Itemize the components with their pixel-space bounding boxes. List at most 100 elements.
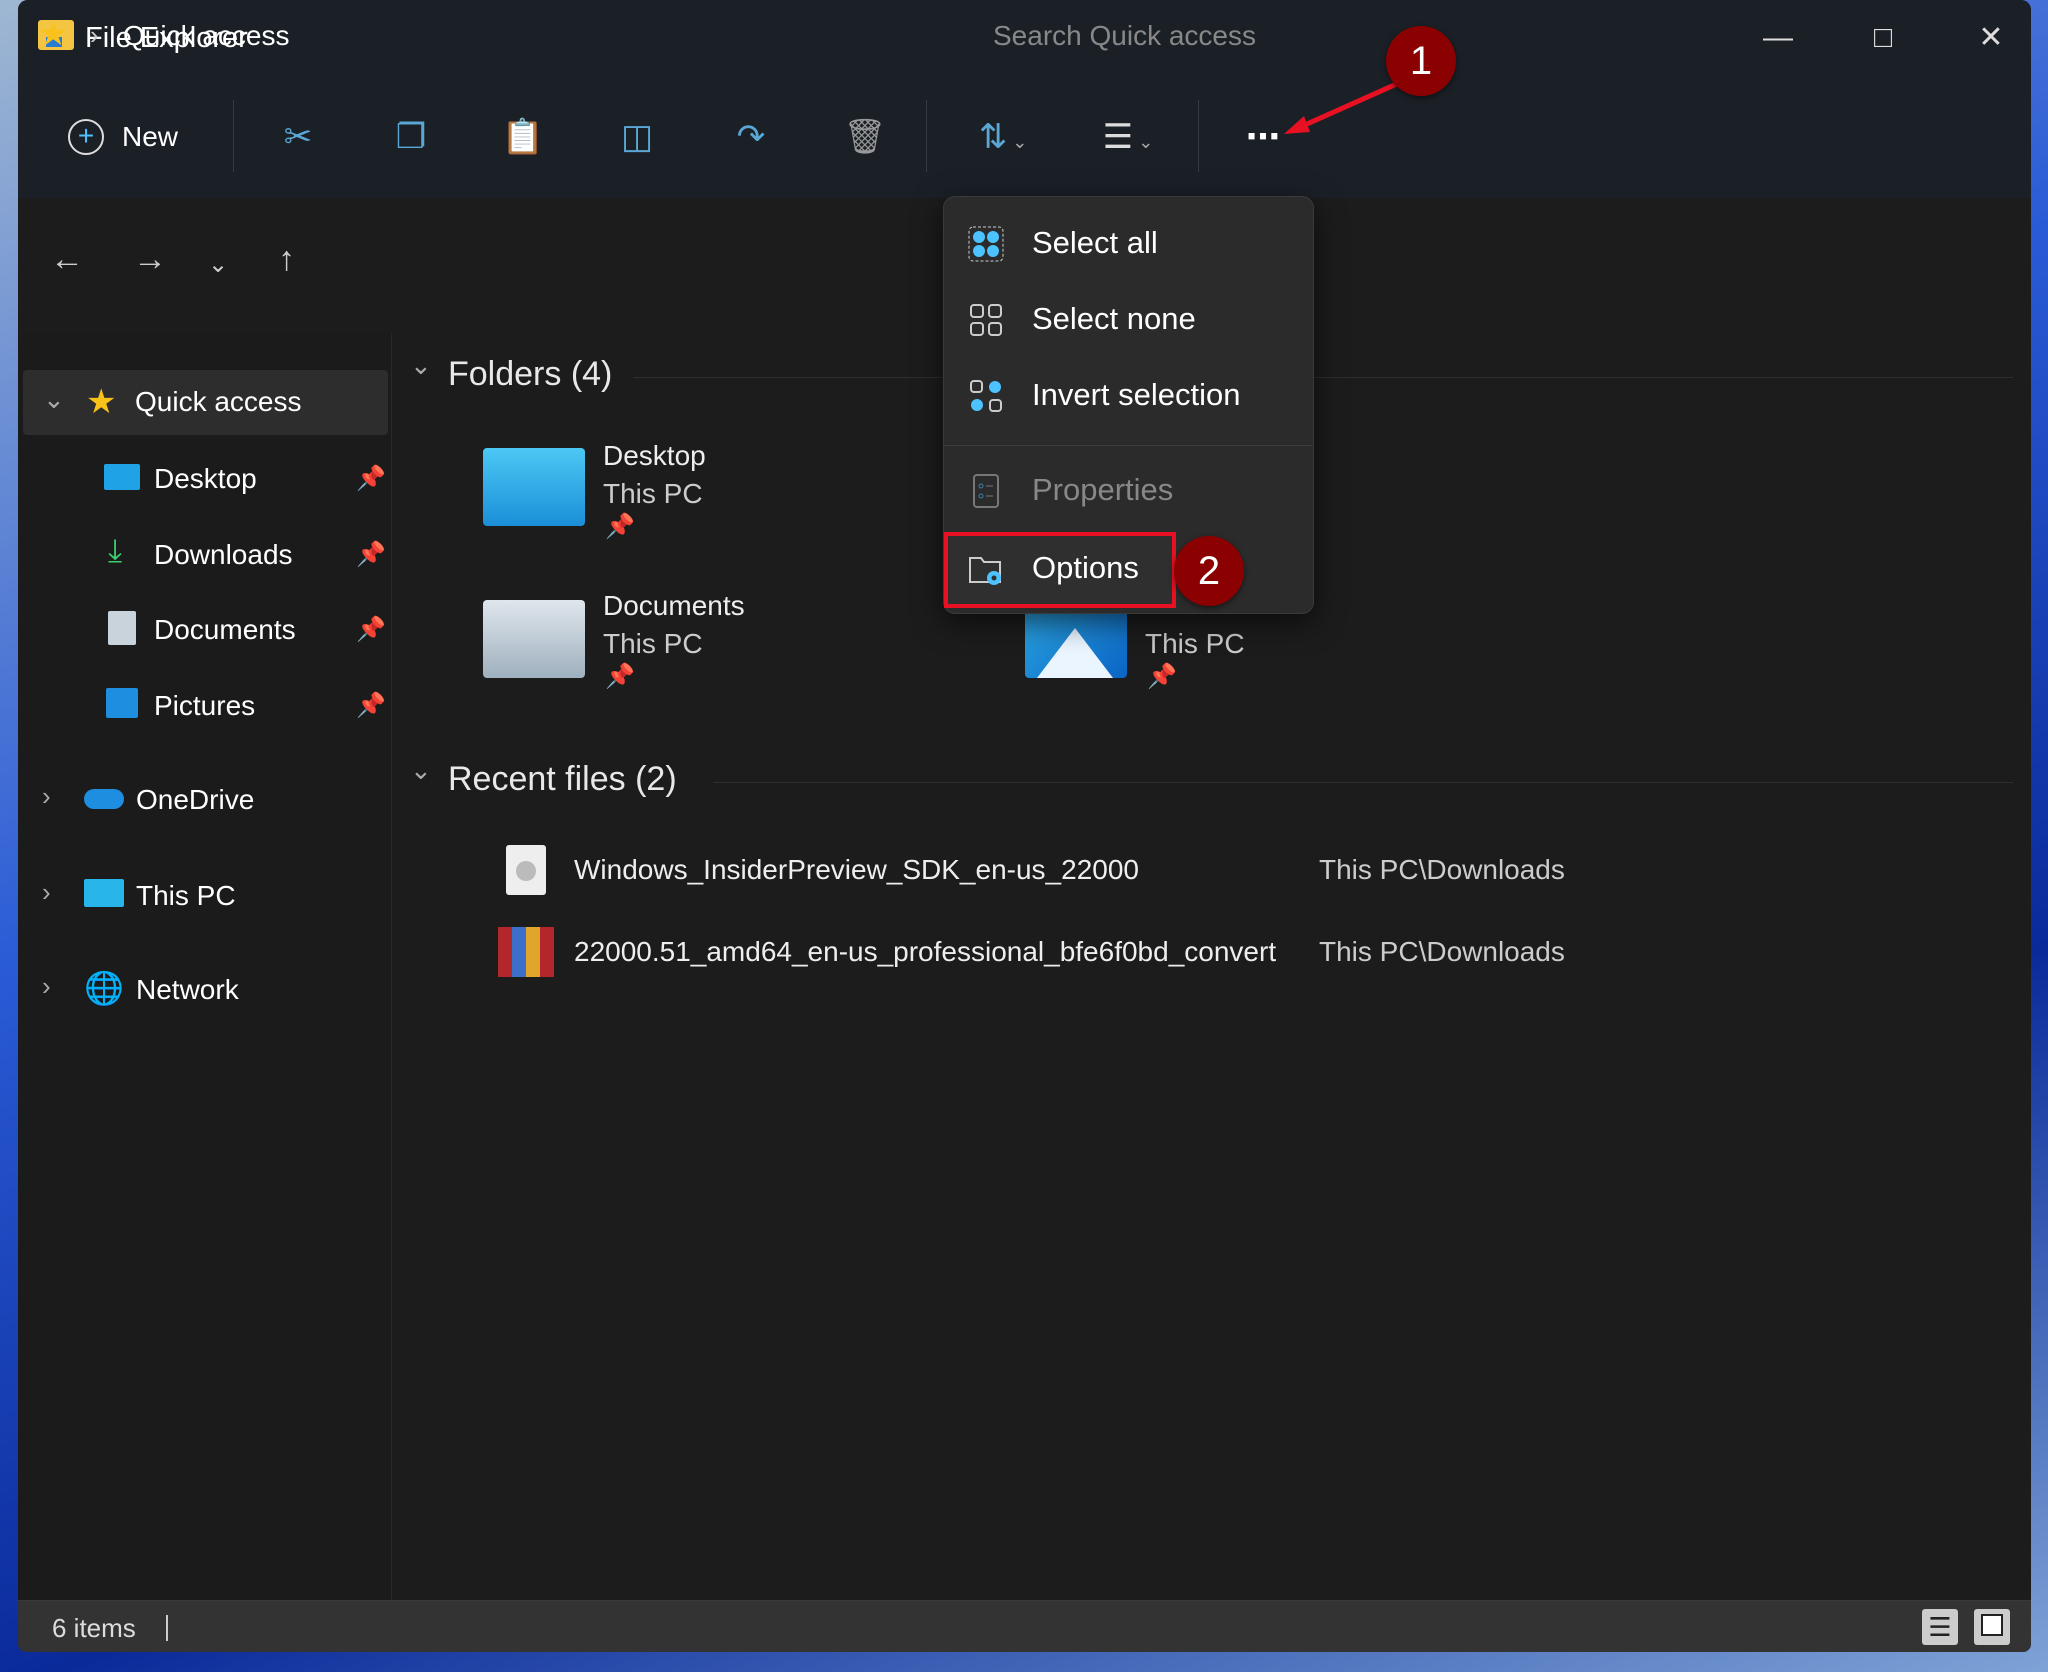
copy-icon[interactable]: ❐ bbox=[386, 112, 436, 162]
folder-tile-documents[interactable]: Documents This PC 📌 bbox=[483, 590, 933, 700]
new-button[interactable]: + New bbox=[68, 112, 178, 162]
sidebar-item-label: OneDrive bbox=[136, 784, 255, 815]
sidebar-item-label: Network bbox=[136, 974, 239, 1005]
select-none-icon bbox=[970, 304, 1002, 336]
toolbar-divider bbox=[1198, 100, 1199, 172]
desktop-folder-icon bbox=[483, 448, 585, 526]
chevron-down-icon[interactable]: ⌄ bbox=[410, 350, 432, 381]
plus-circle-icon: + bbox=[68, 119, 104, 155]
folder-location: This PC bbox=[603, 628, 703, 659]
step-1-badge: 1 bbox=[1386, 26, 1456, 96]
sidebar-item-quick-access[interactable]: ⌄ ★ Quick access bbox=[23, 370, 388, 435]
menu-item-label: Options bbox=[1032, 550, 1139, 585]
sidebar-item-label: Quick access bbox=[135, 386, 302, 417]
menu-item-properties: Properties bbox=[944, 456, 1313, 526]
search-input[interactable]: Search Quick access bbox=[993, 20, 1256, 52]
menu-item-label: Select all bbox=[1032, 225, 1158, 260]
file-path: This PC\Downloads bbox=[1319, 854, 1565, 885]
folder-tile-desktop[interactable]: Desktop This PC 📌 bbox=[483, 440, 933, 550]
sidebar-item-onedrive[interactable]: › OneDrive bbox=[18, 769, 392, 829]
cut-icon[interactable]: ✂ bbox=[273, 112, 323, 162]
sidebar-item-this-pc[interactable]: › This PC bbox=[18, 865, 392, 925]
menu-item-label: Invert selection bbox=[1032, 377, 1241, 412]
forward-button[interactable]: → bbox=[133, 240, 167, 279]
pin-icon: 📌 bbox=[605, 513, 635, 540]
paste-icon[interactable]: 📋 bbox=[498, 112, 548, 162]
folders-header[interactable]: Folders (4) bbox=[448, 355, 612, 394]
recent-locations-chevron-icon[interactable]: ⌄ bbox=[208, 250, 228, 279]
status-bar: 6 items ☰ bbox=[18, 1600, 2031, 1652]
downloads-icon: ⤓ bbox=[108, 532, 123, 568]
status-divider bbox=[166, 1615, 168, 1641]
divider bbox=[713, 782, 2013, 783]
delete-icon[interactable]: 🗑 bbox=[840, 112, 890, 162]
divider bbox=[633, 377, 2013, 378]
menu-item-label: Properties bbox=[1032, 472, 1174, 507]
sidebar-item-label: Pictures bbox=[154, 690, 256, 721]
star-icon: ★ bbox=[86, 383, 117, 421]
cloud-icon bbox=[84, 789, 124, 809]
chevron-right-icon[interactable]: › bbox=[42, 781, 51, 812]
chevron-right-icon[interactable]: › bbox=[42, 877, 51, 908]
item-count: 6 items bbox=[52, 1613, 136, 1643]
up-button[interactable]: ↑ bbox=[278, 240, 295, 279]
chevron-down-icon[interactable]: ⌄ bbox=[43, 384, 65, 415]
sort-icon[interactable]: ⇅ ⌄ bbox=[958, 112, 1048, 162]
pin-icon[interactable]: 📌 bbox=[356, 540, 386, 569]
toolbar-divider bbox=[926, 100, 927, 172]
menu-item-invert-selection[interactable]: Invert selection bbox=[944, 361, 1313, 431]
back-button[interactable]: ← bbox=[50, 240, 84, 279]
file-name: 22000.51_amd64_en-us_professional_bfe6f0… bbox=[574, 936, 1277, 967]
star-icon: ★ bbox=[38, 15, 69, 53]
rename-icon[interactable]: ◫ bbox=[612, 112, 662, 162]
toolbar-divider bbox=[233, 100, 234, 172]
select-all-icon bbox=[968, 226, 1004, 262]
sidebar-item-label: Desktop bbox=[154, 463, 257, 494]
menu-item-select-all[interactable]: Select all bbox=[944, 209, 1313, 279]
recent-file-row[interactable]: Windows_InsiderPreview_SDK_en-us_22000 T… bbox=[478, 840, 1978, 900]
folder-location: This PC bbox=[603, 478, 703, 509]
menu-item-select-none[interactable]: Select none bbox=[944, 285, 1313, 355]
pictures-icon bbox=[106, 688, 138, 718]
maximize-button[interactable]: □ bbox=[1853, 18, 1913, 58]
breadcrumb-chevron-icon: › bbox=[90, 20, 99, 50]
pin-icon[interactable]: 📌 bbox=[356, 615, 386, 644]
sidebar-item-pictures[interactable]: Pictures 📌 bbox=[18, 675, 392, 735]
sidebar-item-documents[interactable]: Documents 📌 bbox=[18, 599, 392, 659]
chevron-right-icon[interactable]: › bbox=[42, 971, 51, 1002]
folder-name: Desktop bbox=[603, 440, 706, 471]
minimize-button[interactable]: — bbox=[1748, 18, 1808, 58]
sidebar-item-desktop[interactable]: Desktop 📌 bbox=[18, 448, 392, 508]
computer-icon bbox=[84, 879, 124, 907]
menu-divider bbox=[944, 445, 1313, 446]
disc-image-file-icon bbox=[506, 845, 546, 895]
sidebar-item-label: This PC bbox=[136, 880, 236, 911]
desktop-icon bbox=[104, 464, 140, 490]
menu-item-label: Select none bbox=[1032, 301, 1196, 336]
folder-name: Documents bbox=[603, 590, 745, 621]
chevron-down-icon[interactable]: ⌄ bbox=[410, 755, 432, 786]
pin-icon[interactable]: 📌 bbox=[356, 691, 386, 720]
pin-icon: 📌 bbox=[1147, 663, 1177, 690]
step-2-badge: 2 bbox=[1174, 536, 1244, 606]
new-label: New bbox=[122, 121, 179, 152]
menu-item-options[interactable]: Options bbox=[944, 532, 1176, 608]
share-icon[interactable]: ↷ bbox=[726, 112, 776, 162]
recent-file-row[interactable]: 22000.51_amd64_en-us_professional_bfe6f0… bbox=[478, 922, 1978, 982]
network-icon: 🌐 bbox=[84, 970, 124, 1006]
sidebar-item-network[interactable]: › 🌐 Network bbox=[18, 959, 392, 1019]
folder-location: This PC bbox=[1145, 628, 1245, 659]
recent-files-header[interactable]: Recent files (2) bbox=[448, 760, 677, 799]
documents-folder-icon bbox=[483, 600, 585, 678]
close-button[interactable]: ✕ bbox=[1961, 18, 2021, 58]
invert-selection-icon bbox=[970, 380, 1002, 412]
details-view-icon[interactable]: ☰ bbox=[1922, 1609, 1958, 1645]
large-icons-view-icon[interactable] bbox=[1974, 1609, 2010, 1645]
options-icon bbox=[969, 557, 1001, 585]
pictures-folder-icon bbox=[1025, 610, 1127, 678]
view-icon[interactable]: ☰ ⌄ bbox=[1078, 112, 1178, 162]
pin-icon[interactable]: 📌 bbox=[356, 464, 386, 493]
navigation-pane: ⌄ ★ Quick access Desktop 📌 ⤓ Downloads 📌… bbox=[18, 333, 392, 1600]
breadcrumb-quick-access[interactable]: Quick access bbox=[123, 20, 290, 52]
sidebar-item-downloads[interactable]: ⤓ Downloads 📌 bbox=[18, 524, 392, 584]
